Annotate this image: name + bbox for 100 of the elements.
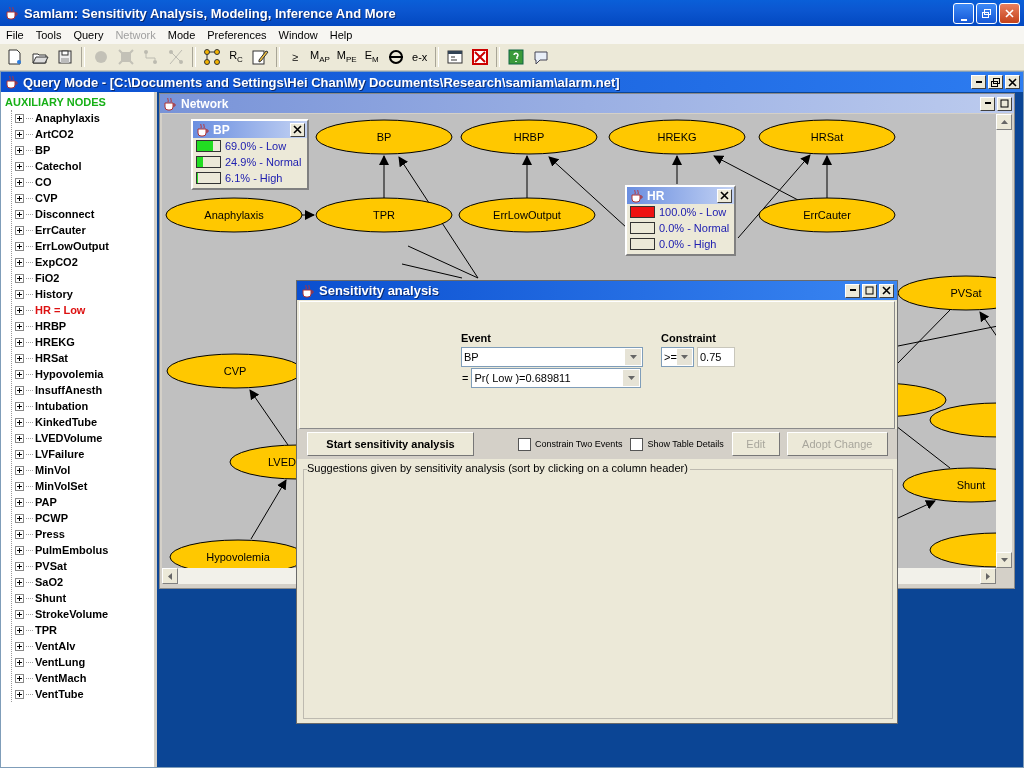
dropdown-button[interactable] (676, 349, 692, 365)
restore-button[interactable] (988, 75, 1003, 89)
tree-item[interactable]: HRSat (35, 352, 68, 364)
tree-item[interactable]: Disconnect (35, 208, 95, 220)
tree-item[interactable]: VentAlv (35, 640, 76, 652)
tree-item[interactable]: Press (35, 528, 65, 540)
expand-icon[interactable] (15, 209, 24, 219)
scroll-down-button[interactable] (996, 552, 1012, 568)
graph-icon[interactable] (203, 48, 221, 66)
minimize-button[interactable] (971, 75, 986, 89)
checkbox[interactable] (518, 437, 531, 451)
expand-icon[interactable] (15, 337, 24, 347)
tree-item[interactable]: PVSat (35, 560, 67, 572)
network-node[interactable]: BP (315, 119, 453, 155)
event-dropdown[interactable]: BP (461, 347, 643, 367)
menu-item[interactable]: Query (67, 29, 110, 41)
new-document-icon[interactable] (6, 48, 24, 66)
scroll-right-button[interactable] (980, 568, 996, 584)
expand-icon[interactable] (15, 353, 24, 363)
tree-item[interactable]: LVEDVolume (35, 432, 103, 444)
expand-icon[interactable] (15, 545, 24, 555)
close-button[interactable] (1005, 75, 1020, 89)
tree-item[interactable]: MinVol (35, 464, 71, 476)
network-node[interactable]: ErrCauter (758, 197, 896, 233)
circle-bar-icon[interactable] (386, 48, 405, 66)
expand-icon[interactable] (15, 257, 24, 267)
expand-icon[interactable] (15, 129, 24, 139)
save-icon[interactable] (56, 48, 74, 66)
operator-dropdown[interactable]: >= (661, 347, 694, 367)
tree-item[interactable]: InsuffAnesth (35, 384, 103, 396)
toolbar-button[interactable]: e-x (411, 51, 428, 63)
tree-item[interactable]: Intubation (35, 400, 89, 412)
expand-icon[interactable] (15, 225, 24, 235)
tree-item[interactable]: Catechol (35, 160, 82, 172)
expand-icon[interactable] (15, 513, 24, 523)
expand-icon[interactable] (15, 305, 24, 315)
toolbar-button[interactable]: M$_{PE}$ (336, 49, 357, 65)
tree-item[interactable]: CO (35, 176, 52, 188)
toolbar-button[interactable]: R$_{C}$ (228, 49, 244, 65)
tree-item[interactable]: SaO2 (35, 576, 64, 588)
expand-icon[interactable] (15, 497, 24, 507)
network-node[interactable]: Anaphylaxis (165, 197, 303, 233)
network-node[interactable]: PVSat (897, 275, 996, 311)
tree-item[interactable]: History (35, 288, 73, 300)
expand-icon[interactable] (15, 161, 24, 171)
tree-item[interactable]: Anaphylaxis (35, 112, 100, 124)
expand-icon[interactable] (15, 689, 24, 699)
expand-icon[interactable] (15, 273, 24, 283)
crossed-window-icon[interactable] (470, 48, 489, 66)
network-node[interactable]: TPR (315, 197, 453, 233)
close-button[interactable] (879, 283, 894, 298)
network-node[interactable] (929, 402, 996, 438)
toolbar-button[interactable]: E$_{M}$ (363, 49, 380, 65)
network-node[interactable]: HREKG (608, 119, 746, 155)
menu-item[interactable]: Help (323, 29, 359, 41)
tree-item[interactable]: VentTube (35, 688, 84, 700)
expand-icon[interactable] (15, 177, 24, 187)
close-button[interactable] (717, 188, 732, 203)
expand-icon[interactable] (15, 609, 24, 619)
tree-item[interactable]: PCWP (35, 512, 68, 524)
expand-icon[interactable] (15, 593, 24, 603)
constraint-field[interactable]: 0.75 (697, 347, 735, 367)
expand-icon[interactable] (15, 289, 24, 299)
tree-item[interactable]: PulmEmbolus (35, 544, 109, 556)
tree-item[interactable]: VentMach (35, 672, 87, 684)
tree-item[interactable]: LVFailure (35, 448, 85, 460)
vertical-scrollbar[interactable] (996, 114, 1012, 568)
tree-item[interactable]: MinVolSet (35, 480, 88, 492)
expand-icon[interactable] (15, 385, 24, 395)
network-node[interactable]: HRSat (758, 119, 896, 155)
minimize-button[interactable] (980, 96, 995, 111)
tree-item[interactable]: HRBP (35, 320, 67, 332)
expand-icon[interactable] (15, 561, 24, 571)
tree-item[interactable]: Hypovolemia (35, 368, 104, 380)
expand-icon[interactable] (15, 673, 24, 683)
minimize-button[interactable] (953, 2, 974, 24)
expand-icon[interactable] (15, 113, 24, 123)
checkbox[interactable] (630, 437, 644, 451)
toolbar-button[interactable]: ≥ (287, 51, 303, 63)
tree-item[interactable]: PAP (35, 496, 57, 508)
expand-icon[interactable] (15, 401, 24, 411)
pencil-note-icon[interactable] (251, 48, 269, 66)
speech-bubble-icon[interactable] (531, 48, 550, 66)
tree-item[interactable]: StrokeVolume (35, 608, 109, 620)
expand-icon[interactable] (15, 241, 24, 251)
maximize-button[interactable] (997, 96, 1012, 111)
expand-icon[interactable] (15, 465, 24, 475)
network-node[interactable] (929, 532, 996, 568)
help-icon[interactable] (506, 48, 525, 66)
scroll-up-button[interactable] (996, 114, 1012, 130)
tree-item[interactable]: ArtCO2 (35, 128, 74, 140)
expand-icon[interactable] (15, 321, 24, 331)
expand-icon[interactable] (15, 449, 24, 459)
tree-item[interactable]: ErrCauter (35, 224, 86, 236)
expand-icon[interactable] (15, 481, 24, 491)
value-dropdown[interactable]: Pr( Low )=0.689811 (471, 368, 642, 388)
expand-icon[interactable] (15, 145, 24, 155)
expand-icon[interactable] (15, 577, 24, 587)
tree-item[interactable]: HR = Low (35, 304, 86, 316)
tree-item[interactable]: HREKG (35, 336, 75, 348)
